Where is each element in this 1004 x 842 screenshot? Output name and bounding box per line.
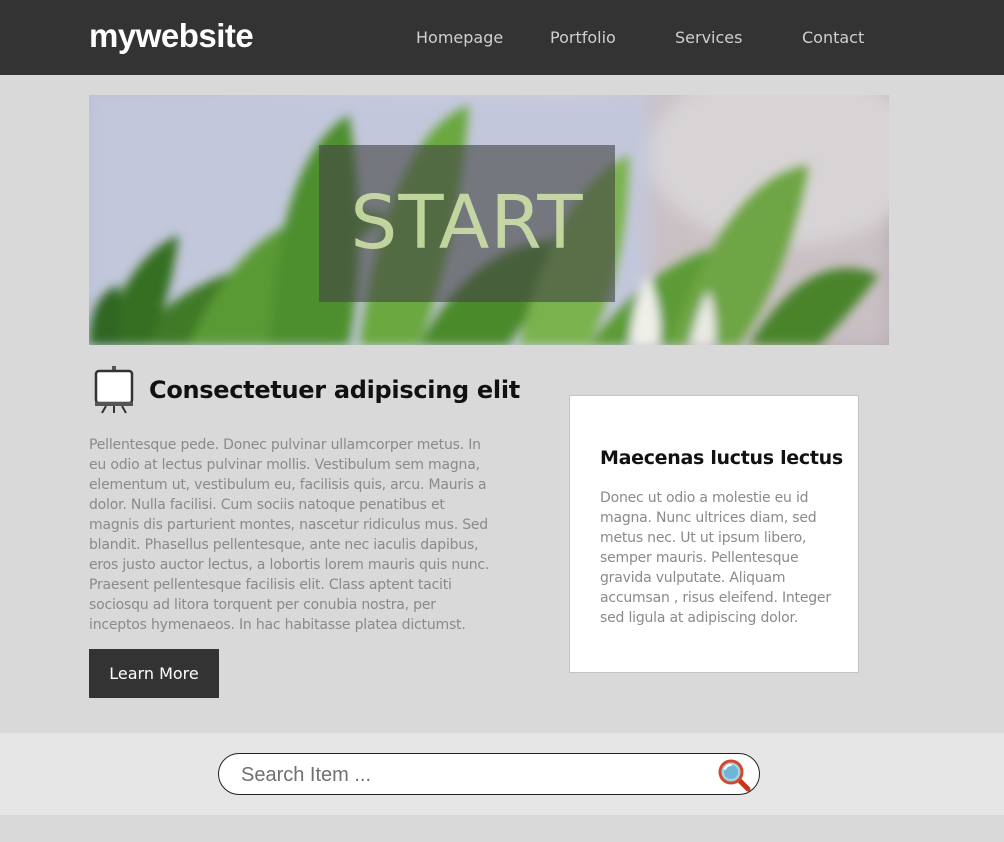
search-input[interactable] bbox=[239, 758, 713, 792]
nav-item-services[interactable]: Services bbox=[675, 28, 742, 48]
site-logo[interactable]: mywebsite bbox=[89, 16, 254, 56]
hero-overlay-box: START bbox=[319, 145, 615, 302]
easel-icon bbox=[94, 366, 134, 414]
hero-banner: START bbox=[89, 95, 889, 345]
sidebar-card: Maecenas luctus lectus Donec ut odio a m… bbox=[569, 395, 859, 673]
sidebar-card-title: Maecenas luctus lectus bbox=[600, 447, 843, 469]
section-heading: Consectetuer adipiscing elit bbox=[149, 376, 520, 404]
section-body-text: Pellentesque pede. Donec pulvinar ullamc… bbox=[89, 437, 490, 633]
learn-more-button[interactable]: Learn More bbox=[89, 649, 219, 698]
site-header: mywebsite Homepage Portfolio Services Co… bbox=[0, 0, 1004, 75]
sidebar-card-body: Donec ut odio a molestie eu id magna. Nu… bbox=[600, 490, 831, 626]
hero-title: START bbox=[350, 180, 584, 266]
nav-item-contact[interactable]: Contact bbox=[802, 28, 864, 48]
search-section bbox=[0, 733, 1004, 815]
search-bar bbox=[218, 753, 760, 795]
magnifier-icon[interactable] bbox=[717, 758, 751, 792]
nav-item-portfolio[interactable]: Portfolio bbox=[550, 28, 616, 48]
nav-item-homepage[interactable]: Homepage bbox=[416, 28, 503, 48]
